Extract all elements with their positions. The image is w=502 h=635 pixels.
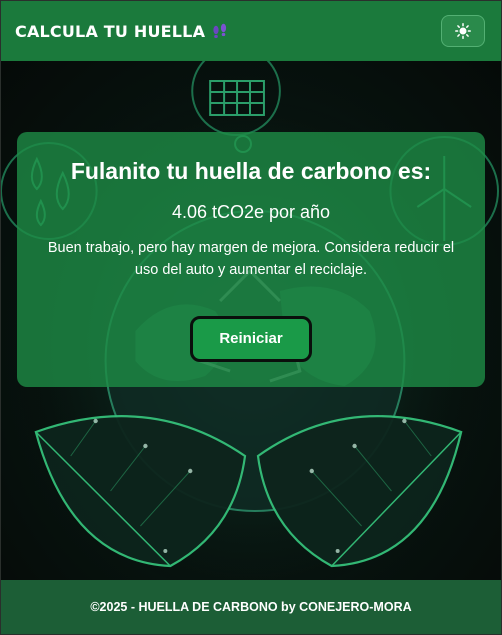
result-message: Buen trabajo, pero hay margen de mejora.…	[47, 240, 455, 278]
footer-text: ©2025 - HUELLA DE CARBONO by CONEJERO-MO…	[90, 600, 412, 614]
app-window: CALCULA TU HUELLA Fulanito tu huella de …	[0, 0, 502, 635]
reset-button[interactable]: Reiniciar	[190, 316, 312, 362]
theme-toggle-button[interactable]	[441, 15, 485, 47]
sun-icon	[455, 23, 471, 39]
app-title: CALCULA TU HUELLA	[15, 21, 206, 41]
top-bar: CALCULA TU HUELLA	[1, 1, 501, 61]
footer: ©2025 - HUELLA DE CARBONO by CONEJERO-MO…	[1, 580, 501, 634]
footprints-icon	[211, 22, 229, 40]
footprint-value: 4.06 tCO2e por año	[171, 202, 331, 222]
result-heading: Fulanito tu huella de carbono es:	[70, 158, 432, 184]
brand: CALCULA TU HUELLA	[15, 22, 229, 41]
result-card: Fulanito tu huella de carbono es: 4.06 t…	[17, 132, 485, 387]
